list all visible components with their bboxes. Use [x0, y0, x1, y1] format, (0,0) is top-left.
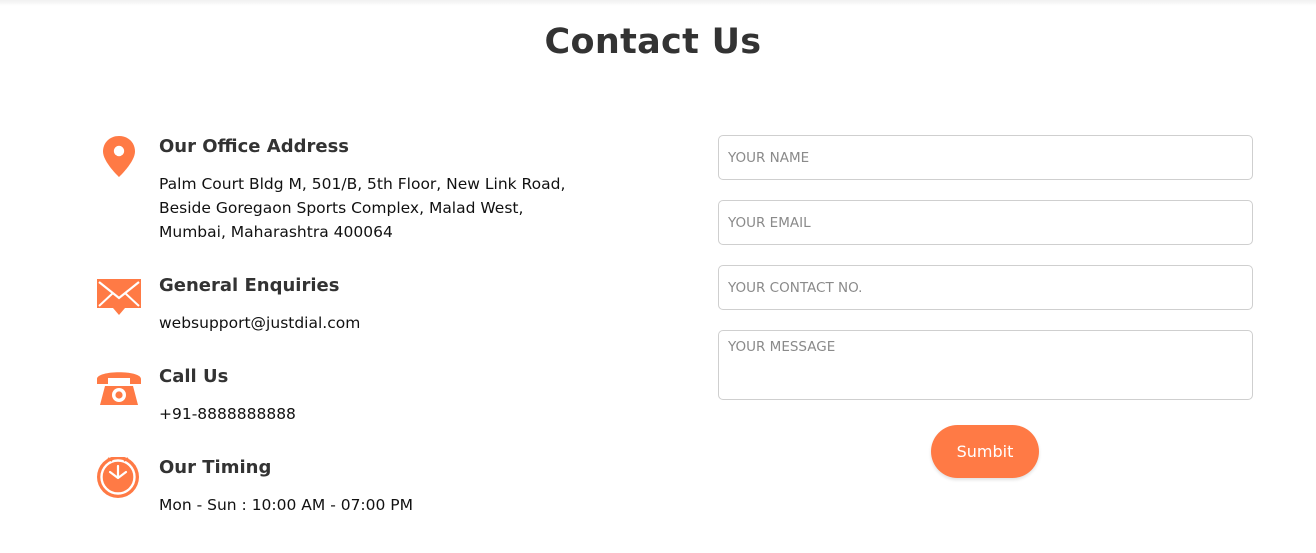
support-email-link[interactable]: websupport@justdial.com: [159, 311, 559, 335]
timing-text: Mon - Sun : 10:00 AM - 07:00 PM: [159, 496, 414, 514]
general-enquiries-heading: General Enquiries: [159, 275, 340, 296]
name-input[interactable]: [718, 135, 1253, 180]
envelope-icon: [96, 275, 142, 321]
address-line: Beside Goregaon Sports Complex, Malad We…: [159, 199, 524, 217]
header-shadow: [0, 0, 1316, 6]
message-textarea[interactable]: [718, 330, 1253, 400]
call-us-block: Call Us +91-8888888888: [96, 366, 576, 426]
clock-icon: [96, 457, 142, 503]
page-title: Contact Us: [544, 22, 762, 62]
telephone-icon: [96, 366, 142, 412]
address-line: Palm Court Bldg M, 501/B, 5th Floor, New…: [159, 175, 566, 193]
office-address-heading: Our Office Address: [159, 136, 349, 157]
office-address-text: Palm Court Bldg M, 501/B, 5th Floor, New…: [159, 172, 566, 244]
phone-number-link[interactable]: +91-8888888888: [159, 402, 559, 426]
office-address-block: Our Office Address Palm Court Bldg M, 50…: [96, 136, 576, 246]
email-input[interactable]: [718, 200, 1253, 245]
submit-button[interactable]: Sumbit: [931, 425, 1039, 478]
general-enquiries-block: General Enquiries websupport@justdial.co…: [96, 275, 576, 335]
our-timing-heading: Our Timing: [159, 457, 272, 478]
address-line: Mumbai, Maharashtra 400064: [159, 223, 393, 241]
our-timing-block: Our Timing Mon - Sun : 10:00 AM - 07:00 …: [96, 457, 576, 517]
call-us-heading: Call Us: [159, 366, 229, 387]
contact-number-input[interactable]: [718, 265, 1253, 310]
map-pin-icon: [96, 136, 142, 182]
